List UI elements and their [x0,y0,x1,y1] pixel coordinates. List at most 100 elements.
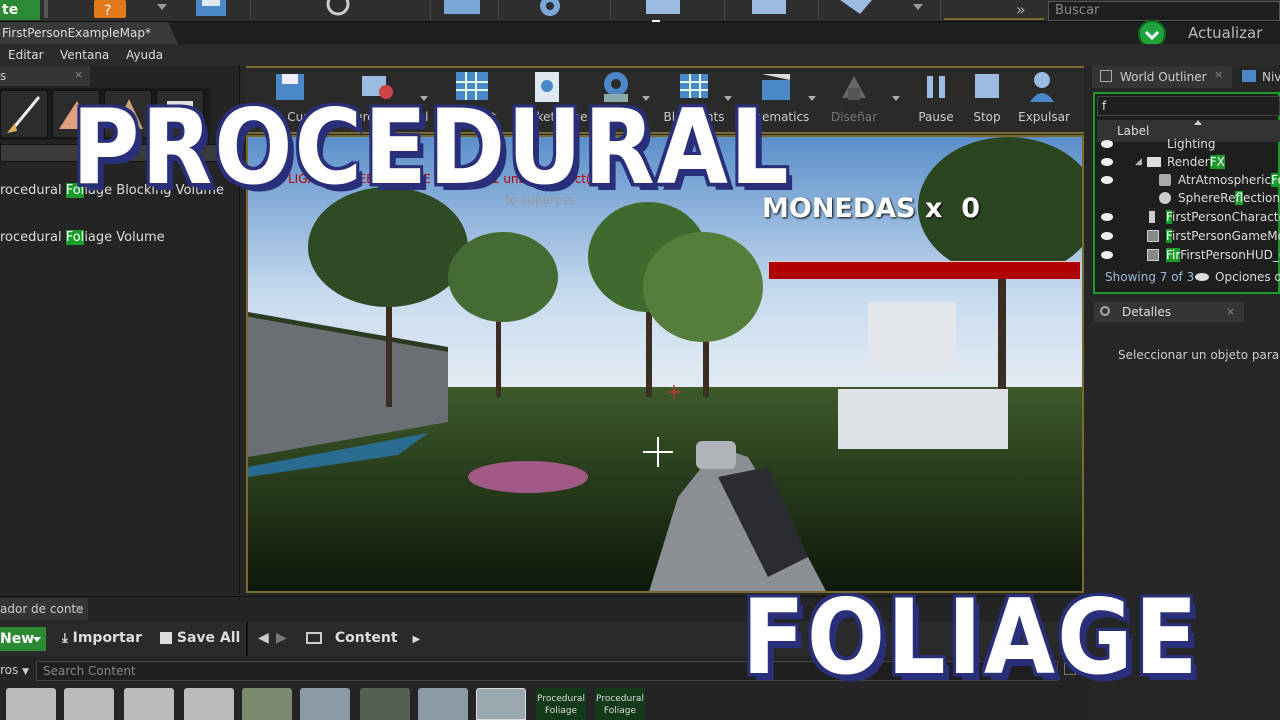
path-breadcrumb[interactable]: Content ▶ [306,630,420,646]
item-text: iage Volume [84,230,165,245]
menu-window[interactable]: Ventana [60,48,109,62]
eject-button[interactable]: Expulsar [1016,70,1072,132]
save-all-button[interactable]: Save All [160,630,240,646]
separator [724,0,725,20]
overlay-title-bottom: FOLIAGE [742,578,1200,698]
add-new-button[interactable]: New [0,627,46,651]
row-text: Render [1167,155,1210,169]
mode-button[interactable]: te [0,0,40,20]
outliner-row[interactable]: SphereReflectionCa [1097,189,1280,207]
tab-map[interactable]: FirstPersonExampleMap* [0,22,178,44]
match-highlight: FX [1209,155,1225,169]
folder-icon [1147,157,1161,167]
button-label: Stop [973,110,1001,124]
outliner-row[interactable]: AtrAtmosphericFog [1097,171,1280,189]
outliner-search-input[interactable]: f [1097,96,1280,116]
character-icon [1149,211,1155,223]
filters-button[interactable]: ros ▼ [0,663,29,677]
row-text: SphereRe [1178,191,1236,205]
foliage-asset-thumbnail[interactable] [242,688,292,720]
separator [498,0,499,20]
tab-details[interactable]: Detalles × [1094,302,1244,322]
separator [250,0,251,20]
menu-edit[interactable]: Editar [8,48,44,62]
chevron-right-icon: ▶ [412,634,421,645]
row-text: FirstPersonHUD_C [1180,248,1280,262]
menu-bar [0,44,1280,66]
row-label: Lighting [1167,137,1216,151]
close-icon[interactable]: × [1226,302,1235,322]
folder-asset[interactable] [64,688,114,720]
separator [610,0,611,20]
button-label: ros [0,663,19,677]
grass-asset-thumbnail[interactable] [476,688,526,720]
divider [944,18,1044,20]
button-label: Importar [72,630,143,646]
breadcrumb-content: Content [334,630,398,646]
blueprints-icon[interactable] [646,0,686,18]
rock-asset-thumbnail[interactable] [360,688,410,720]
outliner-row[interactable]: FirstPersonCharacter [1097,208,1280,226]
chevron-down-icon[interactable] [157,4,167,10]
marketplace-icon[interactable] [442,0,482,18]
visibility-eye-icon[interactable] [1101,140,1113,148]
actor-icon [1159,174,1171,186]
close-icon[interactable]: × [74,598,83,620]
search-icon[interactable] [318,0,358,18]
visibility-eye-icon[interactable] [1101,251,1113,259]
visibility-eye-icon[interactable] [1101,213,1113,221]
gear-icon[interactable] [530,0,570,18]
import-button[interactable]: ⤓ Importar [62,630,142,646]
save-icon [160,632,172,644]
title-bar [0,22,1280,44]
outliner-icon [1100,70,1112,82]
list-item[interactable]: rocedural Foliage Volume [0,230,165,245]
forward-arrow-icon[interactable]: ▶ [276,630,287,646]
overflow-icon[interactable]: » [1016,0,1026,19]
close-icon[interactable]: × [74,68,83,81]
chevron-down-icon[interactable] [913,4,923,10]
folder-asset[interactable] [6,688,56,720]
stop-button[interactable]: Stop [964,70,1010,132]
paint-mode-icon[interactable] [0,90,48,138]
flower-asset-thumbnail[interactable] [418,688,468,720]
folder-asset[interactable] [124,688,174,720]
outliner-row[interactable]: ◢ RenderFX [1097,153,1280,171]
visibility-eye-icon[interactable] [1101,232,1113,240]
hud-coin-value: 0 [961,193,981,224]
expand-icon[interactable]: ◢ [1135,153,1142,171]
settings-icon[interactable]: ? [92,0,132,19]
search-input[interactable]: Buscar [1048,1,1280,21]
cinematics-icon[interactable] [750,0,790,18]
back-arrow-icon[interactable]: ◀ [258,630,269,646]
outliner-row[interactable]: FirFirstPersonHUD_C [1097,246,1280,264]
play-icon[interactable] [836,0,876,18]
tab-world-outliner[interactable]: World Outliner [1092,66,1232,88]
procedural-foliage-asset[interactable]: Procedural Foliage [536,688,586,720]
details-empty-message: Seleccionar un objeto para ver [1118,348,1280,362]
procedural-foliage-asset[interactable]: Procedural Foliage [595,688,645,720]
row-label: FirstPersonGameMode [1166,227,1280,245]
foliage-asset-thumbnail[interactable] [300,688,350,720]
close-icon[interactable]: × [1214,68,1223,81]
outliner-row[interactable]: FirstPersonGameMode [1097,227,1280,245]
chevron-down-icon [892,96,900,101]
button-label: Save All [176,630,241,646]
pause-button[interactable]: Pause [912,70,960,132]
editor-window: te ? » Buscar FirstPersonExampleMap* Act… [0,0,1280,720]
outliner-row[interactable]: Lighting [1097,135,1280,153]
folder-asset[interactable] [184,688,234,720]
visibility-eye-icon[interactable] [1101,158,1113,166]
item-text: rocedural [0,230,66,245]
button-label: Pause [918,110,954,124]
view-options-button[interactable]: Opciones de [1215,266,1280,288]
sort-icon [1194,120,1202,125]
build-button[interactable]: Diseñar [822,70,900,132]
row-label: FirstPersonCharacter [1166,208,1280,226]
match-highlight: Fol [65,230,85,245]
menu-help[interactable]: Ayuda [126,48,163,62]
tab-content-browser[interactable]: ador de conte × [0,598,88,620]
button-label: New [0,631,35,647]
save-icon[interactable] [192,0,232,18]
visibility-eye-icon[interactable] [1101,176,1113,184]
